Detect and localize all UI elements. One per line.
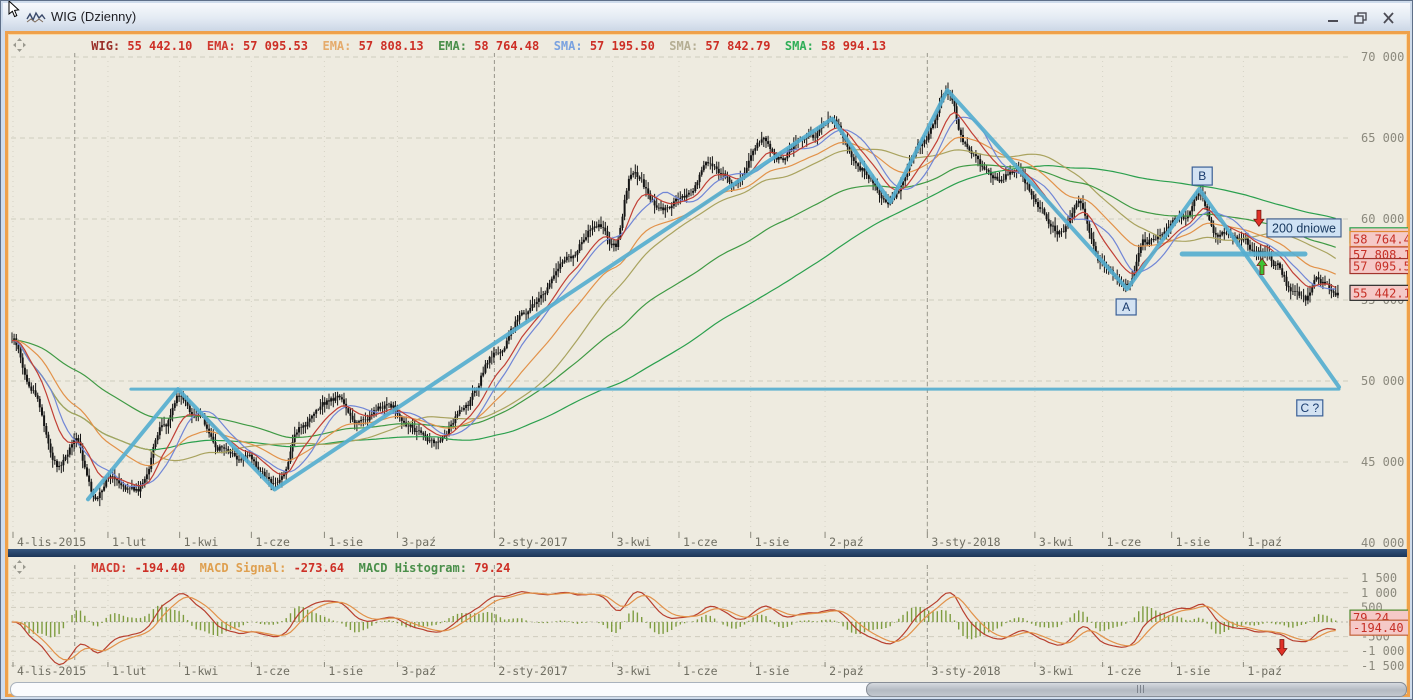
- svg-text:1-sie: 1-sie: [1176, 535, 1211, 549]
- main-price-pane[interactable]: 70 00065 00060 00055 00050 00045 00040 0…: [9, 35, 1407, 549]
- chart-window: WIG (Dzienny) 70 00065 00060 00055 00050…: [0, 0, 1413, 700]
- window-title: WIG (Dzienny): [51, 9, 136, 24]
- minimize-button[interactable]: [1324, 11, 1342, 25]
- legend-label: MACD:: [91, 561, 134, 575]
- legend-value: 57 842.79: [705, 39, 784, 53]
- pane-splitter[interactable]: [8, 549, 1407, 557]
- svg-text:3-sty-2018: 3-sty-2018: [931, 535, 1000, 549]
- legend-value: 55 442.10: [127, 39, 206, 53]
- wave-label-text: A: [1122, 300, 1130, 314]
- macd-chart-svg[interactable]: 1 5001 0005000-500-1 000-1 5004-lis-2015…: [9, 557, 1408, 679]
- pane-drag-icon[interactable]: [13, 25, 85, 67]
- svg-text:2-sty-2017: 2-sty-2017: [498, 535, 567, 549]
- svg-text:1-paź: 1-paź: [1247, 535, 1282, 549]
- legend-label: SMA:: [554, 39, 590, 53]
- macd-axes: 1 5001 0005000-500-1 000-1 5004-lis-2015…: [11, 565, 1404, 678]
- svg-text:-1 000: -1 000: [1361, 644, 1404, 658]
- pane-drag-icon[interactable]: [13, 547, 85, 589]
- svg-text:2-paź: 2-paź: [829, 535, 864, 549]
- svg-text:2-paź: 2-paź: [829, 664, 864, 678]
- svg-text:1-cze: 1-cze: [255, 535, 290, 549]
- svg-text:1-kwi: 1-kwi: [184, 535, 219, 549]
- macd-signal-line: [12, 593, 1336, 660]
- macd-line: [12, 592, 1336, 665]
- legend-label: EMA:: [322, 39, 358, 53]
- close-button[interactable]: [1380, 11, 1398, 25]
- svg-text:1 000: 1 000: [1361, 586, 1397, 600]
- legend-label: SMA:: [669, 39, 705, 53]
- ma-line-ema-15[interactable]: [12, 112, 1336, 486]
- svg-text:40 000: 40 000: [1361, 536, 1404, 549]
- svg-text:57 095.53: 57 095.53: [1353, 260, 1408, 274]
- svg-text:200 dniowe: 200 dniowe: [1272, 221, 1336, 235]
- svg-text:3-kwi: 3-kwi: [617, 664, 652, 678]
- svg-text:1-cze: 1-cze: [1107, 535, 1142, 549]
- svg-text:1-kwi: 1-kwi: [184, 664, 219, 678]
- svg-text:55 442.10: 55 442.10: [1353, 286, 1408, 300]
- legend-label: EMA:: [438, 39, 474, 53]
- legend-value: -273.64: [294, 561, 359, 575]
- svg-text:1-cze: 1-cze: [255, 664, 290, 678]
- svg-text:1-lut: 1-lut: [112, 664, 147, 678]
- restore-button[interactable]: [1352, 11, 1370, 25]
- svg-text:65 000: 65 000: [1361, 131, 1404, 145]
- legend-value: 57 808.13: [359, 39, 438, 53]
- scrollbar-grip: [1137, 685, 1145, 693]
- svg-text:3-kwi: 3-kwi: [617, 535, 652, 549]
- candles-wicks: [12, 83, 1338, 507]
- svg-text:3-paź: 3-paź: [401, 664, 436, 678]
- legend-value: -194.40: [135, 561, 200, 575]
- macd-pane[interactable]: 1 5001 0005000-500-1 000-1 5004-lis-2015…: [9, 557, 1407, 679]
- svg-text:2-sty-2017: 2-sty-2017: [498, 664, 567, 678]
- svg-text:1-cze: 1-cze: [683, 535, 718, 549]
- legend-label: MACD Histogram:: [359, 561, 475, 575]
- svg-text:1-cze: 1-cze: [1107, 664, 1142, 678]
- svg-text:1-sie: 1-sie: [755, 664, 790, 678]
- svg-text:1-sie: 1-sie: [328, 535, 363, 549]
- macd-legend: MACD: -194.40 MACD Signal: -273.64 MACD …: [13, 560, 525, 575]
- legend-label: EMA:: [207, 39, 243, 53]
- svg-text:60 000: 60 000: [1361, 212, 1404, 226]
- svg-text:1-sie: 1-sie: [1176, 664, 1211, 678]
- chart-frame: 70 00065 00060 00055 00050 00045 00040 0…: [5, 31, 1410, 697]
- wave-label-text: B: [1198, 169, 1206, 183]
- trendline-elliott-zigzag[interactable]: [88, 90, 1339, 499]
- legend-label: SMA:: [785, 39, 821, 53]
- wave-label-text: C ?: [1300, 401, 1319, 415]
- svg-text:1 500: 1 500: [1361, 571, 1397, 585]
- main-axes: 70 00065 00060 00055 00050 00045 00040 0…: [11, 50, 1404, 549]
- svg-text:70 000: 70 000: [1361, 50, 1404, 64]
- window-titlebar[interactable]: WIG (Dzienny): [3, 3, 1410, 31]
- svg-text:1-sie: 1-sie: [755, 535, 790, 549]
- svg-text:1-paź: 1-paź: [1247, 664, 1282, 678]
- svg-text:3-sty-2018: 3-sty-2018: [931, 664, 1000, 678]
- svg-text:-1 500: -1 500: [1361, 659, 1404, 673]
- svg-text:1-sie: 1-sie: [328, 664, 363, 678]
- main-chart-svg[interactable]: 70 00065 00060 00055 00050 00045 00040 0…: [9, 35, 1408, 549]
- legend-value: 57 195.50: [590, 39, 669, 53]
- legend-value: 57 095.53: [243, 39, 322, 53]
- svg-text:3-kwi: 3-kwi: [1039, 535, 1074, 549]
- svg-text:3-paź: 3-paź: [401, 535, 436, 549]
- svg-text:1-lut: 1-lut: [112, 535, 147, 549]
- legend-value: 58 994.13: [821, 39, 900, 53]
- signal-arrow-down[interactable]: [1254, 210, 1264, 226]
- svg-text:1-cze: 1-cze: [683, 664, 718, 678]
- horizontal-scrollbar[interactable]: [10, 682, 1407, 697]
- svg-text:3-kwi: 3-kwi: [1039, 664, 1074, 678]
- svg-text:45 000: 45 000: [1361, 455, 1404, 469]
- main-chart-legend: WIG: 55 442.10 EMA: 57 095.53 EMA: 57 80…: [13, 38, 901, 53]
- legend-label: MACD Signal:: [200, 561, 294, 575]
- signal-arrow-down[interactable]: [1277, 640, 1287, 656]
- legend-value: 79.24: [474, 561, 525, 575]
- svg-text:50 000: 50 000: [1361, 374, 1404, 388]
- svg-text:58 764.48: 58 764.48: [1353, 233, 1408, 247]
- scrollbar-thumb[interactable]: [866, 682, 1407, 697]
- svg-text:-194.40: -194.40: [1353, 621, 1404, 635]
- svg-text:4-lis-2015: 4-lis-2015: [17, 664, 86, 678]
- legend-label: WIG:: [91, 39, 127, 53]
- legend-value: 58 764.48: [474, 39, 553, 53]
